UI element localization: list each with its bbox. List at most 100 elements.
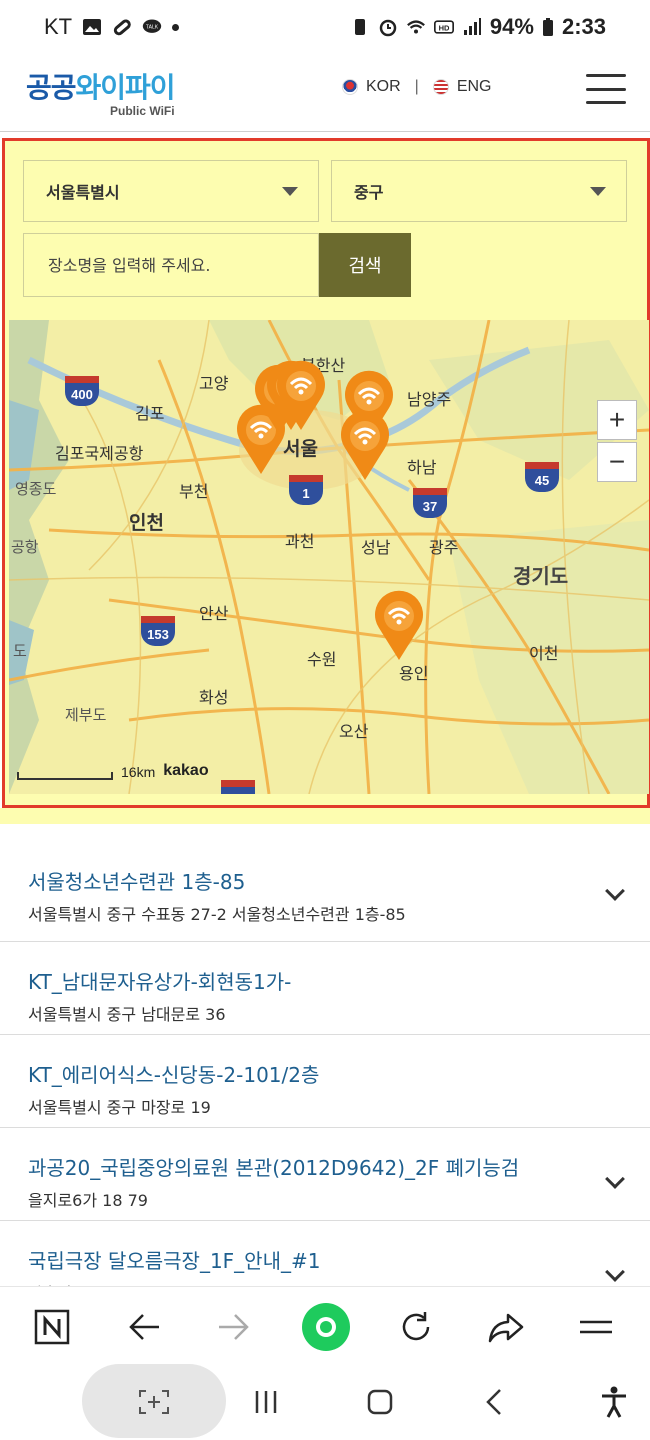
usa-flag-icon (432, 79, 449, 95)
accessibility-button[interactable] (594, 1382, 634, 1422)
map-label-gimpo: 김포 (135, 404, 165, 423)
browser-menu-button[interactable] (576, 1307, 616, 1347)
list-item[interactable]: 서울청소년수련관 1층-85 서울특별시 중구 수표동 27-2 서울청소년수련… (0, 840, 650, 942)
wifi-pin-icon[interactable] (373, 590, 425, 662)
forward-arrow-icon (219, 1314, 249, 1340)
map-label-jebudo: 제부도 (65, 706, 107, 724)
map-label-hanam: 하남 (407, 458, 437, 477)
forward-button[interactable] (214, 1307, 254, 1347)
list-item[interactable]: KT_에리어식스-신당동-2-101/2층 서울특별시 중구 마장로 19 (0, 1035, 650, 1128)
green-dot-button[interactable] (300, 1301, 352, 1353)
lang-eng-link[interactable]: ENG (457, 78, 492, 96)
hd-icon: HD (433, 20, 454, 34)
zoom-in-button[interactable]: + (597, 400, 637, 440)
recent-apps-icon (255, 1391, 277, 1413)
battery-percent: 94% (489, 14, 534, 39)
wifi-icon (406, 20, 425, 34)
item-address: 을지로6가 18 79 (28, 1191, 148, 1210)
back-button[interactable] (124, 1307, 164, 1347)
map-label-goyang: 고양 (199, 374, 229, 393)
lang-kor-link[interactable]: KOR (366, 78, 401, 96)
back-arrow-icon (129, 1314, 159, 1340)
highway-153-icon: 153 (141, 616, 175, 646)
map-label-do: 도 (13, 642, 27, 660)
map-label-bucheon: 부천 (179, 482, 209, 501)
map-label-seoul: 서울 (283, 438, 318, 460)
logo-subtitle: Public WiFi (110, 104, 175, 118)
map-label-namyangju: 남양주 (407, 390, 452, 409)
district-select-value: 중구 (354, 183, 384, 202)
screenshot-button[interactable] (134, 1382, 174, 1422)
map-label-yeongjongdo: 영종도 (15, 480, 57, 498)
system-nav-bar (0, 1364, 650, 1440)
highway-number: 45 (534, 473, 550, 488)
logo-text-2: 와이파이 (75, 71, 176, 104)
map-scale: 16km kakao (17, 762, 209, 780)
highway-45-icon: 45 (525, 462, 559, 492)
system-back-button[interactable] (474, 1382, 514, 1422)
item-title[interactable]: KT_에리어식스-신당동-2-101/2층 (28, 1059, 622, 1088)
map-label-gwangju: 광주 (429, 538, 459, 557)
lang-separator: | (414, 78, 419, 95)
link-icon (113, 19, 131, 36)
naver-button[interactable] (32, 1307, 72, 1347)
district-select[interactable]: 중구 (331, 160, 627, 222)
logo-text-1: 공공 (26, 71, 77, 104)
svg-text:TALK: TALK (146, 25, 159, 31)
highway-number: 153 (147, 627, 169, 642)
item-address: 서울특별시 중구 수표동 27-2 서울청소년수련관 1층-85 (28, 905, 406, 924)
list-item[interactable]: 과공20_국립중앙의료원 본관(2012D9642)_2F 폐기능검 을지로6가… (0, 1128, 650, 1221)
scale-bar (17, 772, 113, 780)
map-label-gimpo-airport: 김포국제공항 (55, 444, 144, 463)
highway-40-icon: 40 (221, 780, 255, 794)
zoom-out-button[interactable]: − (597, 442, 637, 482)
home-button[interactable] (360, 1382, 400, 1422)
gallery-icon (83, 19, 102, 35)
signal-icon (463, 18, 481, 35)
share-button[interactable] (486, 1307, 526, 1347)
map-label-suwon: 수원 (307, 650, 337, 669)
place-search-input[interactable] (23, 233, 319, 297)
item-title[interactable]: KT_남대문자유상가-회현동1가- (28, 966, 622, 995)
svg-text:HD: HD (438, 23, 449, 32)
wifi-map[interactable]: 400 1 37 45 153 40 북한산 고양 김포 남양주 김포국제공항 … (9, 320, 649, 794)
kakao-logo[interactable]: kakao (163, 762, 208, 780)
menu-line (586, 87, 626, 91)
map-label-incheon: 인천 (129, 512, 164, 534)
item-address: 서울특별시 중구 마장로 19 (28, 1098, 211, 1117)
highway-1-icon: 1 (289, 475, 323, 505)
city-select[interactable]: 서울특별시 (23, 160, 319, 222)
site-logo[interactable]: 공공와이파이 Public WiFi (26, 66, 176, 118)
refresh-button[interactable] (396, 1307, 436, 1347)
item-title[interactable]: 서울청소년수련관 1층-85 (28, 866, 622, 895)
item-address: 서울특별시 중구 남대문로 36 (28, 1005, 226, 1024)
scale-label: 16km (121, 764, 156, 780)
highway-number: 1 (302, 486, 310, 501)
refresh-icon (402, 1312, 430, 1341)
wifi-pin-icon[interactable] (275, 360, 327, 432)
wifi-pin-icon[interactable] (339, 410, 391, 482)
clock: 2:33 (561, 14, 606, 39)
item-title[interactable]: 과공20_국립중앙의료원 본관(2012D9642)_2F 폐기능검 (28, 1152, 622, 1181)
panel-bottom-strip (0, 808, 650, 824)
status-bar: KT TALK HD 94% 2:33 (0, 0, 650, 54)
naver-icon (34, 1309, 70, 1345)
map-label-gyeonggido: 경기도 (513, 564, 569, 588)
highway-400-icon: 400 (65, 376, 99, 406)
list-item[interactable]: KT_남대문자유상가-회현동1가- 서울특별시 중구 남대문로 36 (0, 942, 650, 1035)
map-label-ansan: 안산 (199, 604, 229, 623)
result-list: 서울청소년수련관 1층-85 서울특별시 중구 수표동 27-2 서울청소년수련… (0, 840, 650, 1314)
menu-line (586, 74, 626, 77)
recent-apps-button[interactable] (246, 1382, 286, 1422)
caret-down-icon (590, 187, 606, 196)
map-label-gwacheon: 과천 (285, 532, 315, 551)
browser-toolbar (0, 1286, 650, 1368)
item-title[interactable]: 국립극장 달오름극장_1F_안내_#1 (28, 1245, 622, 1274)
kakaotalk-icon: TALK (142, 19, 162, 33)
site-header: 공공와이파이 Public WiFi KOR | ENG (0, 54, 650, 132)
battery-saver-icon (354, 19, 365, 35)
notification-dot-icon (172, 23, 180, 31)
search-button[interactable]: 검색 (319, 233, 411, 297)
hamburger-menu-button[interactable] (586, 74, 626, 104)
system-back-icon (486, 1389, 501, 1415)
